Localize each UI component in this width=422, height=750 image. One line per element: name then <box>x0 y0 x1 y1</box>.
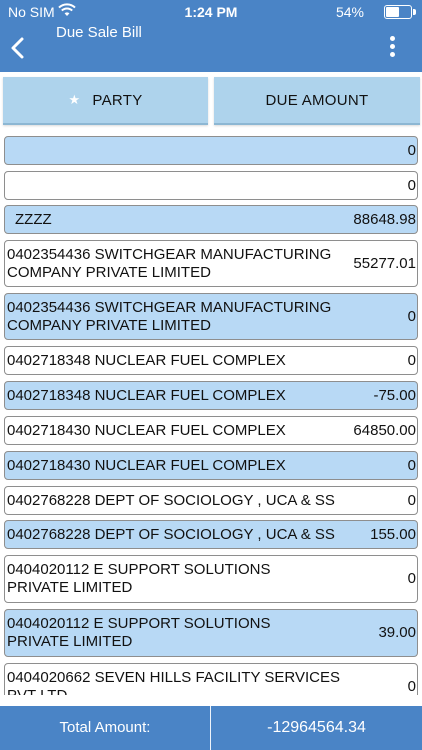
due-amount: 0 <box>407 141 416 159</box>
tab-due-amount-label: DUE AMOUNT <box>265 91 369 109</box>
party-name: 0402354436 SWITCHGEAR MANUFACTURING COMP… <box>7 245 332 281</box>
due-amount: 55277.01 <box>353 254 416 272</box>
sort-tabs: ★ PARTY DUE AMOUNT <box>0 72 422 127</box>
list-item[interactable]: 0402354436 SWITCHGEAR MANUFACTURING COMP… <box>4 293 418 340</box>
battery-percent: 54% <box>335 4 364 20</box>
list-item[interactable]: 0402718430 NUCLEAR FUEL COMPLEX 64850.00 <box>4 416 418 445</box>
list-item[interactable]: 0402768228 DEPT OF SOCIOLOGY , UCA & SS … <box>4 486 418 515</box>
party-name: 0402718430 NUCLEAR FUEL COMPLEX <box>7 456 286 474</box>
due-amount: 0 <box>407 570 416 587</box>
app-header: No SIM 1:24 PM 54% Due Sale Bill <box>0 0 422 72</box>
party-name: 0402768228 DEPT OF SOCIOLOGY , UCA & SS <box>7 525 335 543</box>
party-name: 0402718348 NUCLEAR FUEL COMPLEX <box>7 351 286 369</box>
more-vertical-icon[interactable] <box>390 36 396 57</box>
total-footer: Total Amount: -12964564.34 <box>0 706 422 750</box>
list-item[interactable]: 0402354436 SWITCHGEAR MANUFACTURING COMP… <box>4 240 418 287</box>
due-amount: -75.00 <box>373 386 416 404</box>
list-item[interactable]: 0404020662 SEVEN HILLS FACILITY SERVICES… <box>4 663 418 695</box>
list-item[interactable]: 0 <box>4 171 418 200</box>
status-bar: No SIM 1:24 PM 54% <box>0 0 422 24</box>
list-item[interactable]: 0402718348 NUCLEAR FUEL COMPLEX -75.00 <box>4 381 418 410</box>
party-name: 0402718348 NUCLEAR FUEL COMPLEX <box>7 386 286 404</box>
list-item[interactable]: 0402768228 DEPT OF SOCIOLOGY , UCA & SS … <box>4 520 418 549</box>
party-name: 0404020112 E SUPPORT SOLUTIONS PRIVATE L… <box>7 561 271 596</box>
party-name: 0402354436 SWITCHGEAR MANUFACTURING COMP… <box>7 298 332 334</box>
total-value: -12964564.34 <box>267 719 366 736</box>
due-amount: 0 <box>407 351 416 369</box>
party-name: 0404020112 E SUPPORT SOLUTIONS PRIVATE L… <box>7 615 271 650</box>
list-item[interactable]: 0 <box>4 136 418 165</box>
tab-party[interactable]: ★ PARTY <box>3 77 208 125</box>
total-label: Total Amount: <box>59 719 151 736</box>
star-icon: ★ <box>68 92 81 107</box>
tab-due-amount[interactable]: DUE AMOUNT <box>214 77 420 125</box>
due-amount: 0 <box>407 456 416 474</box>
list-item[interactable]: ZZZZ 88648.98 <box>4 205 418 234</box>
party-name: 0404020662 SEVEN HILLS FACILITY SERVICES… <box>7 669 340 695</box>
party-name: 0402718430 NUCLEAR FUEL COMPLEX <box>7 421 286 439</box>
battery-icon <box>384 5 416 19</box>
list-item[interactable]: 0404020112 E SUPPORT SOLUTIONS PRIVATE L… <box>4 609 418 657</box>
due-amount: 39.00 <box>378 624 416 641</box>
list-item[interactable]: 0402718430 NUCLEAR FUEL COMPLEX 0 <box>4 451 418 480</box>
due-amount: 0 <box>407 307 416 325</box>
due-amount: 155.00 <box>370 525 416 543</box>
tab-party-label: PARTY <box>92 91 143 109</box>
due-amount: 64850.00 <box>353 421 416 439</box>
party-name: 0402768228 DEPT OF SOCIOLOGY , UCA & SS <box>7 491 335 509</box>
due-amount: 88648.98 <box>353 210 416 228</box>
page-title: Due Sale Bill <box>56 24 142 41</box>
due-amount: 0 <box>407 176 416 194</box>
party-name: ZZZZ <box>15 210 52 228</box>
list-item[interactable]: 0404020112 E SUPPORT SOLUTIONS PRIVATE L… <box>4 555 418 603</box>
list-item[interactable]: 0402718348 NUCLEAR FUEL COMPLEX 0 <box>4 346 418 375</box>
due-amount: 0 <box>407 491 416 509</box>
due-bill-list[interactable]: 0 0 ZZZZ 88648.98 0402354436 SWITCHGEAR … <box>0 133 422 695</box>
due-amount: 0 <box>407 678 416 695</box>
back-chevron-icon[interactable] <box>8 36 28 60</box>
